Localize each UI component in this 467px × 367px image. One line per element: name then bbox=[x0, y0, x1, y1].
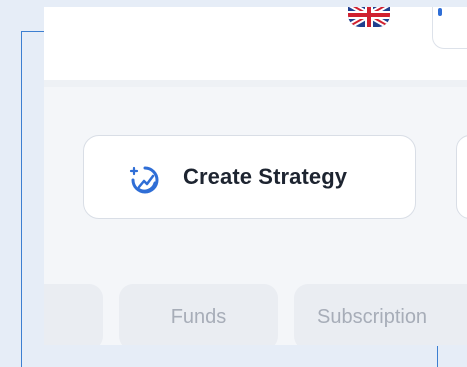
secondary-action-card[interactable] bbox=[456, 135, 467, 219]
tab-funds[interactable]: Funds bbox=[119, 284, 278, 345]
create-strategy-label: Create Strategy bbox=[183, 164, 348, 189]
tab-previous[interactable] bbox=[44, 284, 103, 345]
focus-bracket-left bbox=[21, 31, 22, 367]
uk-flag-icon[interactable] bbox=[348, 7, 390, 27]
tab-subscription-label: Subscription bbox=[317, 305, 428, 328]
account-button[interactable] bbox=[432, 7, 467, 49]
top-bar bbox=[44, 7, 467, 80]
strategy-gauge-icon bbox=[124, 157, 164, 197]
focus-bracket-right bbox=[437, 346, 438, 367]
app-panel: Create Strategy Funds Subscription bbox=[44, 7, 467, 345]
account-indicator bbox=[438, 8, 442, 16]
focus-bracket-top bbox=[21, 31, 45, 32]
create-strategy-button[interactable]: Create Strategy bbox=[83, 135, 416, 219]
header-divider bbox=[44, 80, 467, 87]
tab-subscription[interactable]: Subscription bbox=[294, 284, 467, 345]
tab-funds-label: Funds bbox=[170, 305, 227, 328]
